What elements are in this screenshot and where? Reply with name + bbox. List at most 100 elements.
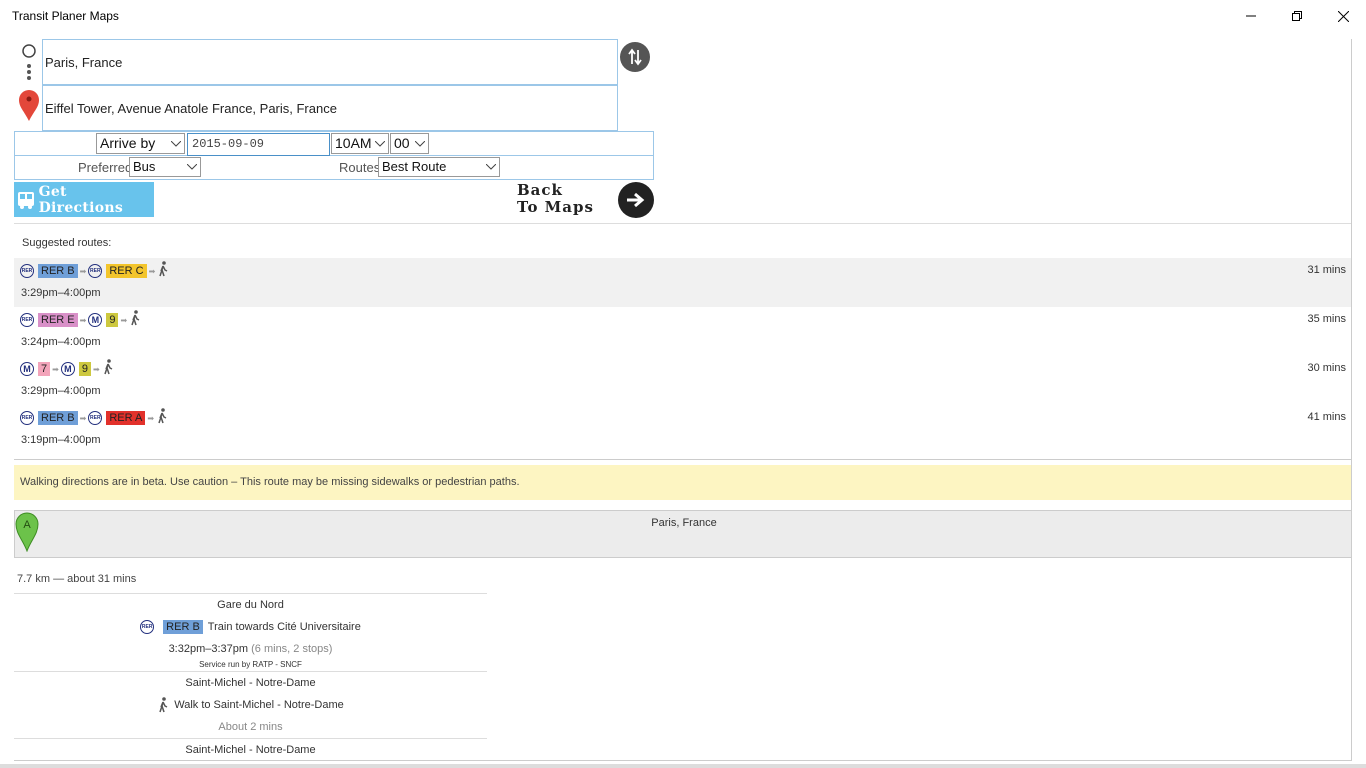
- route-endpoint-icons: [14, 39, 42, 131]
- rer-logo-icon: RER: [140, 620, 155, 634]
- preferred-label: Preferred: [78, 160, 133, 175]
- arrow-right-icon: ➡: [79, 315, 87, 325]
- arrow-right-icon: ➡: [52, 364, 59, 374]
- preferred-value: Bus: [133, 159, 156, 174]
- route-time: 3:24pm–4:00pm: [21, 336, 101, 348]
- destination-input[interactable]: Eiffel Tower, Avenue Anatole France, Par…: [42, 85, 618, 131]
- line-badge: RER B: [38, 411, 78, 425]
- line-badge: RER A: [106, 411, 146, 425]
- routes-value: Best Route: [382, 159, 447, 174]
- walking-icon: [159, 697, 168, 713]
- origin-input[interactable]: Paris, France: [42, 39, 618, 85]
- origin-destination-icon: [19, 44, 39, 121]
- minute-select[interactable]: 00: [390, 133, 429, 154]
- route-duration: 30 mins: [1307, 362, 1346, 374]
- chevron-down-icon: [167, 134, 184, 153]
- date-input[interactable]: 2015-09-09: [187, 133, 330, 156]
- chevron-down-icon: [482, 158, 499, 176]
- rer-logo-icon: RER: [88, 411, 103, 425]
- preferences-row: Preferred Bus Routes Best Route: [14, 156, 654, 180]
- time-mode-value: Arrive by: [100, 135, 156, 151]
- close-button[interactable]: [1320, 0, 1366, 32]
- step-description: Train towards Cité Universitaire: [207, 621, 361, 633]
- route-duration: 41 mins: [1307, 411, 1346, 423]
- step-transit[interactable]: Gare du Nord RER RER B Train towards Cit…: [14, 593, 487, 670]
- route-steps: Gare du Nord RER RER B Train towards Cit…: [14, 593, 487, 760]
- walking-warning: Walking directions are in beta. Use caut…: [14, 465, 1351, 500]
- arrow-right-icon: ➡: [148, 266, 156, 276]
- route-duration: 31 mins: [1307, 264, 1346, 276]
- step-station: Saint-Michel - Notre-Dame: [185, 744, 316, 756]
- route-legs: RER RER B ➡ RER RER A ➡: [20, 407, 168, 429]
- bus-icon: [18, 191, 34, 209]
- arrow-right-icon: ➡: [147, 413, 155, 423]
- time-mode-select[interactable]: Arrive by: [96, 133, 185, 154]
- route-option[interactable]: RER RER B ➡ RER RER A ➡ 3:19pm–4:00pm 41 mins: [14, 405, 1351, 454]
- window-title: Transit Planer Maps: [12, 9, 119, 23]
- route-option[interactable]: M 7 ➡ M 9 ➡ 3:29pm–4:00pm 30 mins: [14, 356, 1351, 405]
- walking-icon: [102, 358, 114, 380]
- step-walk[interactable]: Saint-Michel - Notre-Dame Walk to Saint-…: [14, 671, 487, 738]
- walking-icon: [129, 309, 141, 331]
- minimize-button[interactable]: [1228, 0, 1274, 32]
- route-time: 3:29pm–4:00pm: [21, 287, 101, 299]
- line-badge: RER C: [106, 264, 147, 278]
- metro-logo-icon: M: [20, 362, 34, 376]
- walking-icon: [156, 407, 168, 429]
- arrow-right-icon: ➡: [79, 413, 87, 423]
- restore-icon: [1292, 11, 1302, 21]
- chevron-down-icon: [183, 158, 200, 176]
- arrow-right-icon: [618, 182, 654, 218]
- time-options-row: Arrive by 2015-09-09 10AM 00: [14, 131, 654, 156]
- route-option[interactable]: RER RER E ➡ M 9 ➡ 3:24pm–4:00pm 35 mins: [14, 307, 1351, 356]
- route-legs: RER RER B ➡ RER RER C ➡: [20, 260, 169, 282]
- app-content: Paris, France Eiffel Tower, Avenue Anato…: [14, 39, 1352, 761]
- get-directions-label: Get Directions: [38, 183, 124, 216]
- service-provider: Service run by RATP - SNCF: [199, 660, 302, 669]
- minute-value: 00: [394, 135, 410, 151]
- step-arrive[interactable]: Saint-Michel - Notre-Dame: [14, 738, 487, 760]
- route-time: 3:19pm–4:00pm: [21, 434, 101, 446]
- step-line-row: RER RER B Train towards Cité Universitai…: [14, 616, 487, 638]
- back-to-maps-button[interactable]: Back To Maps: [517, 182, 654, 218]
- step-time: About 2 mins: [218, 721, 283, 733]
- hour-select[interactable]: 10AM: [331, 133, 389, 154]
- route-option[interactable]: RER RER B ➡ RER RER C ➡ 3:29pm–4:00pm 31 mins: [14, 258, 1351, 307]
- route-summary: 7.7 km — about 31 mins: [17, 573, 137, 585]
- metro-logo-icon: M: [88, 313, 103, 327]
- line-badge: 7: [38, 362, 51, 376]
- back-line-2: To Maps: [517, 198, 594, 216]
- routes-select[interactable]: Best Route: [378, 157, 500, 177]
- route-legs: M 7 ➡ M 9 ➡: [20, 358, 114, 380]
- suggested-routes-header: Suggested routes:: [22, 237, 112, 249]
- routes-label: Routes: [339, 160, 381, 175]
- close-icon: [1337, 10, 1349, 22]
- title-bar: Transit Planer Maps: [0, 0, 1366, 32]
- start-location-bar: A Paris, France: [14, 510, 1351, 558]
- swap-button[interactable]: [620, 42, 650, 72]
- back-line-1: Back: [517, 181, 563, 199]
- hour-value: 10AM: [335, 135, 372, 151]
- get-directions-button[interactable]: Get Directions: [14, 182, 154, 217]
- rer-logo-icon: RER: [88, 264, 103, 278]
- route-duration: 35 mins: [1307, 313, 1346, 325]
- route-legs: RER RER E ➡ M 9 ➡: [20, 309, 141, 331]
- step-time-row: 3:32pm–3:37pm (6 mins, 2 stops): [14, 638, 487, 660]
- minimize-icon: [1246, 15, 1256, 17]
- line-badge: RER B: [163, 620, 203, 634]
- swap-icon: [628, 48, 642, 66]
- line-badge: 9: [106, 313, 119, 327]
- walking-icon: [157, 260, 169, 282]
- start-address: Paris, France: [651, 517, 717, 529]
- restore-button[interactable]: [1274, 0, 1320, 32]
- preferred-select[interactable]: Bus: [129, 157, 201, 177]
- arrow-right-icon: ➡: [92, 364, 100, 374]
- chevron-down-icon: [411, 134, 428, 153]
- metro-logo-icon: M: [60, 362, 75, 376]
- rer-logo-icon: RER: [20, 313, 34, 327]
- step-description: Walk to Saint-Michel - Notre-Dame: [174, 699, 344, 711]
- arrow-right-icon: ➡: [79, 266, 87, 276]
- arrow-right-icon: ➡: [120, 315, 128, 325]
- route-time: 3:29pm–4:00pm: [21, 385, 101, 397]
- chevron-down-icon: [371, 134, 388, 153]
